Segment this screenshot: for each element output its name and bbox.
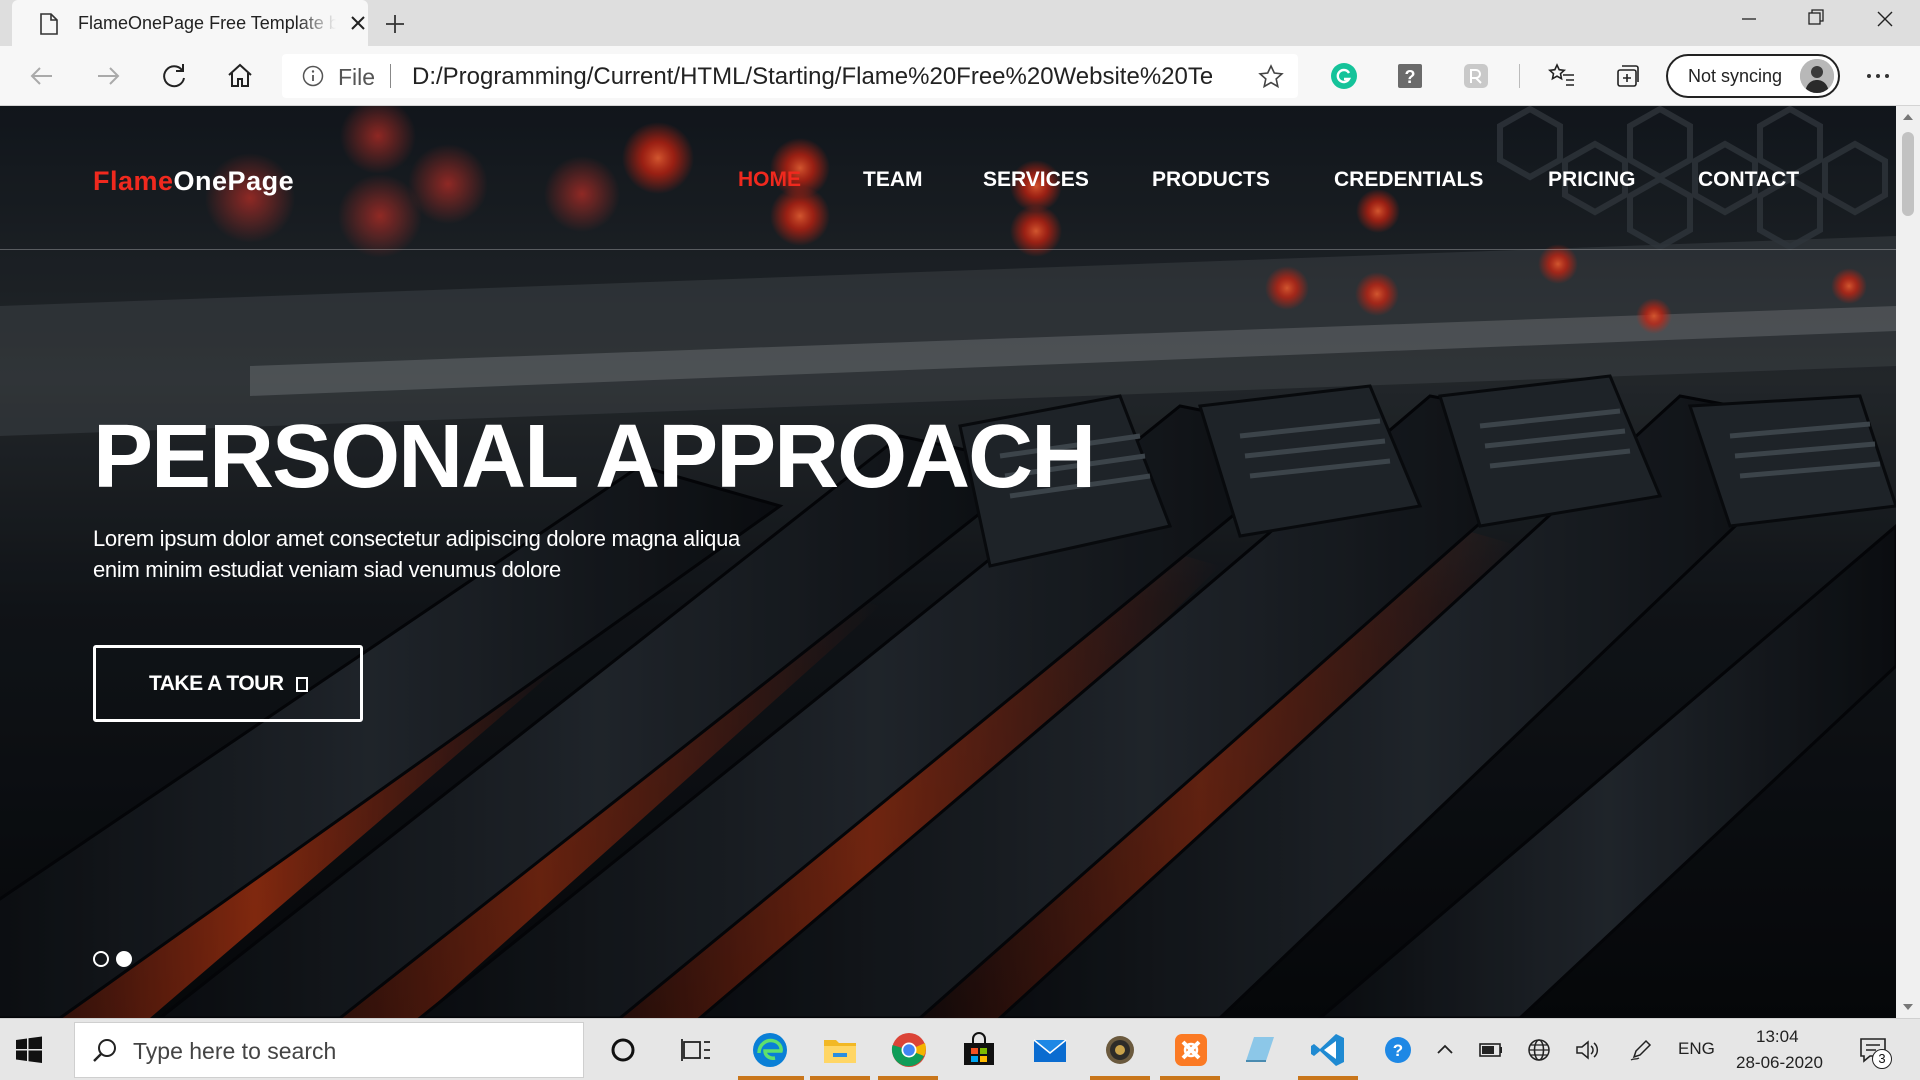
nav-link-home[interactable]: HOME (738, 168, 801, 192)
slider-dot-1[interactable] (93, 951, 109, 967)
close-icon[interactable] (346, 11, 370, 35)
chrome-icon[interactable] (890, 1031, 928, 1069)
browser-toolbar: File D:/Programming/Current/HTML/Startin… (0, 46, 1920, 106)
battery-icon[interactable] (1478, 1037, 1504, 1063)
nav-link-contact[interactable]: CONTACT (1698, 168, 1799, 192)
close-window-icon[interactable] (1862, 4, 1908, 34)
edge-icon[interactable] (751, 1031, 789, 1069)
nav-link-services[interactable]: SERVICES (983, 168, 1089, 192)
collections-icon[interactable] (1614, 62, 1642, 90)
info-icon[interactable] (302, 65, 324, 87)
hero-text-line: Lorem ipsum dolor amet consectetur adipi… (93, 526, 740, 551)
grammarly-icon[interactable] (1330, 62, 1358, 90)
nav-link-products[interactable]: PRODUCTS (1152, 168, 1270, 192)
avatar (1800, 59, 1834, 93)
cta-label: TAKE A TOUR (149, 672, 284, 695)
help-tray-icon[interactable]: ? (1383, 1035, 1413, 1065)
take-a-tour-button[interactable]: TAKE A TOUR (93, 645, 363, 722)
hero-text-line: enim minim estudiat veniam siad venumus … (93, 557, 561, 582)
xampp-icon[interactable] (1172, 1031, 1210, 1069)
scroll-up-icon[interactable] (1903, 114, 1913, 120)
running-app-indicator (810, 1076, 870, 1080)
active-app-indicator (738, 1076, 804, 1080)
mail-icon[interactable] (1031, 1031, 1069, 1069)
more-icon[interactable] (1862, 60, 1894, 92)
url-scheme-label: File (338, 64, 376, 90)
hero-description: Lorem ipsum dolor amet consectetur adipi… (93, 523, 813, 585)
forward-arrow-icon[interactable] (92, 60, 124, 92)
cortana-icon[interactable] (604, 1031, 642, 1069)
search-placeholder: Type here to search (133, 1038, 337, 1064)
star-icon[interactable] (1258, 64, 1284, 90)
sync-status-label: Not syncing (1688, 66, 1783, 86)
running-app-indicator (1298, 1076, 1358, 1080)
divider (390, 64, 391, 88)
favorites-icon[interactable] (1548, 62, 1576, 90)
taskbar-search[interactable]: Type here to search (74, 1022, 584, 1078)
chevron-up-icon[interactable] (1432, 1037, 1458, 1063)
back-arrow-icon[interactable] (26, 60, 58, 92)
clock-date[interactable]: 28-06-2020 (1736, 1053, 1823, 1073)
avatar-image (1800, 59, 1834, 93)
notepad-icon[interactable] (1240, 1031, 1278, 1069)
running-app-indicator (1090, 1076, 1150, 1080)
address-bar[interactable]: File D:/Programming/Current/HTML/Startin… (282, 54, 1298, 98)
main-navigation: HOME TEAM SERVICES PRODUCTS CREDENTIALS … (0, 168, 1896, 198)
svg-text:?: ? (1393, 1041, 1403, 1060)
help-icon[interactable]: ? (1396, 62, 1424, 90)
notification-count-badge: 3 (1872, 1049, 1892, 1069)
scroll-down-icon[interactable] (1903, 1004, 1913, 1010)
vscode-icon[interactable] (1309, 1031, 1347, 1069)
nav-link-credentials[interactable]: CREDENTIALS (1334, 168, 1483, 192)
settings-gear-icon[interactable] (1101, 1031, 1139, 1069)
refresh-icon[interactable] (158, 60, 190, 92)
windows-logo-icon[interactable] (14, 1035, 44, 1065)
play-icon (296, 677, 308, 692)
minimize-icon[interactable] (1726, 4, 1772, 34)
header-divider (0, 249, 1896, 250)
running-app-indicator (878, 1076, 938, 1080)
store-icon[interactable] (960, 1031, 998, 1069)
profile-sync-button[interactable]: Not syncing (1666, 54, 1840, 98)
pen-icon[interactable] (1628, 1037, 1654, 1063)
file-explorer-icon[interactable] (821, 1031, 859, 1069)
browser-tab-active[interactable]: FlameOnePage Free Template by (12, 0, 368, 46)
nav-link-team[interactable]: TEAM (863, 168, 923, 192)
windows-taskbar: Type here to search ? ENG 13:04 28-06-20… (0, 1018, 1920, 1080)
web-page: FlameOnePage HOME TEAM SERVICES PRODUCTS… (0, 106, 1896, 1018)
scrollbar-thumb[interactable] (1902, 132, 1914, 216)
search-icon (93, 1039, 116, 1062)
home-icon[interactable] (224, 60, 256, 92)
task-view-icon[interactable] (676, 1031, 714, 1069)
slider-dot-2[interactable] (116, 951, 132, 967)
url-text[interactable]: D:/Programming/Current/HTML/Starting/Fla… (412, 63, 1212, 91)
language-indicator[interactable]: ENG (1678, 1039, 1715, 1059)
tab-title: FlameOnePage Free Template by (78, 13, 336, 33)
running-app-indicator (1160, 1076, 1220, 1080)
plus-icon[interactable] (380, 9, 410, 39)
nav-link-pricing[interactable]: PRICING (1548, 168, 1636, 192)
clock-time[interactable]: 13:04 (1756, 1027, 1799, 1047)
volume-icon[interactable] (1574, 1037, 1600, 1063)
tab-strip: FlameOnePage Free Template by (0, 0, 1920, 46)
extension-icon[interactable] (1462, 62, 1490, 90)
restore-icon[interactable] (1792, 4, 1838, 34)
page-icon (40, 13, 58, 35)
svg-text:?: ? (1405, 67, 1416, 87)
page-scrollbar[interactable] (1896, 106, 1920, 1018)
divider (1519, 64, 1520, 88)
hero-title: PERSONAL APPROACH (93, 407, 1096, 507)
globe-icon[interactable] (1526, 1037, 1552, 1063)
